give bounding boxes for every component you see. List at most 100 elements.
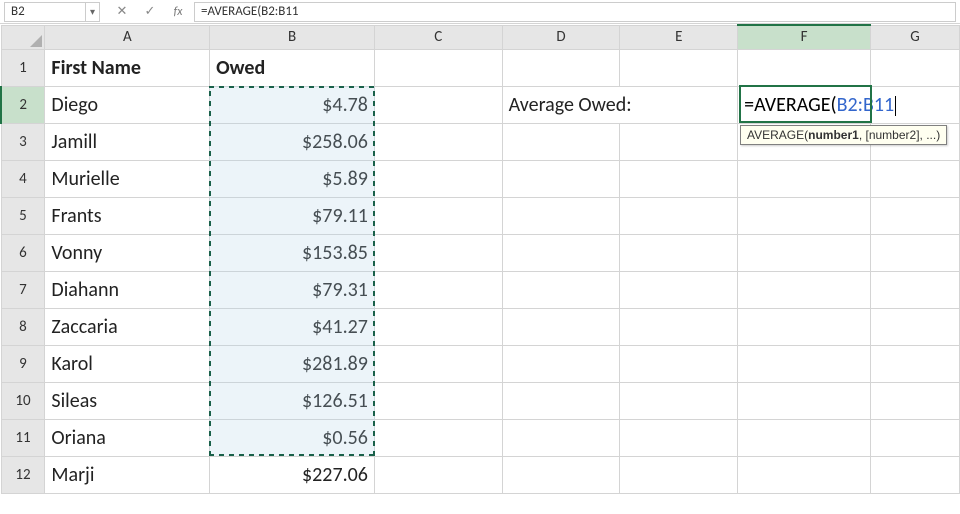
cell-D11[interactable]: [502, 419, 620, 456]
col-header-G[interactable]: G: [871, 25, 960, 49]
cell-D2[interactable]: Average Owed:: [502, 86, 738, 123]
cell-B1[interactable]: Owed: [210, 49, 375, 86]
cell-C5[interactable]: [374, 197, 502, 234]
cell-F9[interactable]: [738, 345, 871, 382]
cell-E1[interactable]: [620, 49, 738, 86]
cell-D6[interactable]: [502, 234, 620, 271]
spreadsheet-grid[interactable]: A B C D E F G 1 First Name Owed 2 Diego …: [0, 24, 960, 494]
cell-D10[interactable]: [502, 382, 620, 419]
cell-E12[interactable]: [620, 456, 738, 493]
cell-B4[interactable]: $5.89: [210, 160, 375, 197]
cell-B10[interactable]: $126.51: [210, 382, 375, 419]
cell-G7[interactable]: [871, 271, 960, 308]
cell-C4[interactable]: [374, 160, 502, 197]
cell-A5[interactable]: Frants: [45, 197, 210, 234]
row-header-6[interactable]: 6: [1, 234, 45, 271]
cell-A3[interactable]: Jamill: [45, 123, 210, 160]
cell-D9[interactable]: [502, 345, 620, 382]
cell-A8[interactable]: Zaccaria: [45, 308, 210, 345]
name-box[interactable]: B2: [5, 4, 85, 19]
cell-D12[interactable]: [502, 456, 620, 493]
cell-F5[interactable]: [738, 197, 871, 234]
cell-G9[interactable]: [871, 345, 960, 382]
cell-C8[interactable]: [374, 308, 502, 345]
cell-D7[interactable]: [502, 271, 620, 308]
cell-A2[interactable]: Diego: [45, 86, 210, 123]
row-header-11[interactable]: 11: [1, 419, 45, 456]
cell-F12[interactable]: [738, 456, 871, 493]
col-header-F[interactable]: F: [738, 25, 871, 49]
cell-B12[interactable]: $227.06: [210, 456, 375, 493]
cell-C11[interactable]: [374, 419, 502, 456]
formula-bar-input[interactable]: =AVERAGE(B2:B11: [194, 2, 956, 22]
cell-G6[interactable]: [871, 234, 960, 271]
cell-D3[interactable]: [502, 123, 620, 160]
cell-G11[interactable]: [871, 419, 960, 456]
accept-formula-button[interactable]: ✓: [137, 2, 163, 22]
cell-E6[interactable]: [620, 234, 738, 271]
cell-G4[interactable]: [871, 160, 960, 197]
row-header-10[interactable]: 10: [1, 382, 45, 419]
row-header-2[interactable]: 2: [1, 86, 45, 123]
cell-C3[interactable]: [374, 123, 502, 160]
row-header-8[interactable]: 8: [1, 308, 45, 345]
cell-F7[interactable]: [738, 271, 871, 308]
col-header-E[interactable]: E: [620, 25, 738, 49]
cell-B2[interactable]: $4.78: [210, 86, 375, 123]
cell-E9[interactable]: [620, 345, 738, 382]
row-header-5[interactable]: 5: [1, 197, 45, 234]
insert-function-button[interactable]: fx: [165, 2, 191, 22]
cell-E10[interactable]: [620, 382, 738, 419]
cell-F4[interactable]: [738, 160, 871, 197]
cell-A9[interactable]: Karol: [45, 345, 210, 382]
cell-F2[interactable]: =AVERAGE(B2:B11: [738, 86, 960, 123]
cell-A11[interactable]: Oriana: [45, 419, 210, 456]
cell-D8[interactable]: [502, 308, 620, 345]
cell-F11[interactable]: [738, 419, 871, 456]
cell-B3[interactable]: $258.06: [210, 123, 375, 160]
cell-B9[interactable]: $281.89: [210, 345, 375, 382]
cancel-formula-button[interactable]: ✕: [109, 2, 135, 22]
cell-D1[interactable]: [502, 49, 620, 86]
cell-E5[interactable]: [620, 197, 738, 234]
row-header-12[interactable]: 12: [1, 456, 45, 493]
row-header-3[interactable]: 3: [1, 123, 45, 160]
cell-B8[interactable]: $41.27: [210, 308, 375, 345]
row-header-7[interactable]: 7: [1, 271, 45, 308]
cell-C1[interactable]: [374, 49, 502, 86]
cell-G1[interactable]: [871, 49, 960, 86]
cell-B7[interactable]: $79.31: [210, 271, 375, 308]
cell-F6[interactable]: [738, 234, 871, 271]
cell-C6[interactable]: [374, 234, 502, 271]
cell-A7[interactable]: Diahann: [45, 271, 210, 308]
cell-G8[interactable]: [871, 308, 960, 345]
col-header-B[interactable]: B: [210, 25, 375, 49]
cell-D5[interactable]: [502, 197, 620, 234]
cell-B6[interactable]: $153.85: [210, 234, 375, 271]
col-header-C[interactable]: C: [374, 25, 502, 49]
cell-D4[interactable]: [502, 160, 620, 197]
name-box-dropdown[interactable]: ▾: [85, 3, 99, 21]
cell-G12[interactable]: [871, 456, 960, 493]
row-header-1[interactable]: 1: [1, 49, 45, 86]
cell-C9[interactable]: [374, 345, 502, 382]
cell-C12[interactable]: [374, 456, 502, 493]
cell-C10[interactable]: [374, 382, 502, 419]
cell-E3[interactable]: [620, 123, 738, 160]
col-header-A[interactable]: A: [45, 25, 210, 49]
cell-E7[interactable]: [620, 271, 738, 308]
cell-F8[interactable]: [738, 308, 871, 345]
cell-A4[interactable]: Murielle: [45, 160, 210, 197]
cell-E8[interactable]: [620, 308, 738, 345]
cell-F10[interactable]: [738, 382, 871, 419]
cell-C2[interactable]: [374, 86, 502, 123]
col-header-D[interactable]: D: [502, 25, 620, 49]
cell-E11[interactable]: [620, 419, 738, 456]
select-all-corner[interactable]: [1, 25, 45, 49]
cell-A1[interactable]: First Name: [45, 49, 210, 86]
cell-C7[interactable]: [374, 271, 502, 308]
cell-A10[interactable]: Sileas: [45, 382, 210, 419]
row-header-4[interactable]: 4: [1, 160, 45, 197]
cell-F1[interactable]: [738, 49, 871, 86]
cell-G5[interactable]: [871, 197, 960, 234]
